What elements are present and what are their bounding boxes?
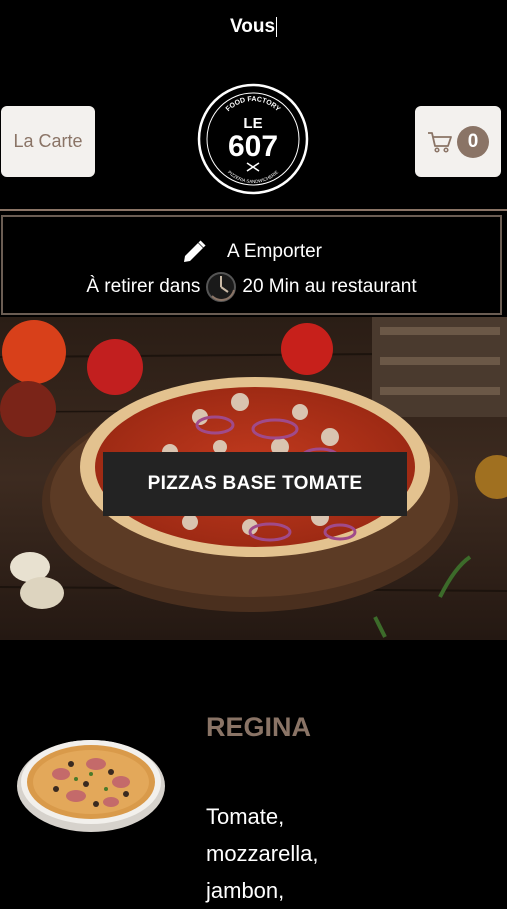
cart-count-badge: 0 — [457, 125, 489, 158]
order-info-box[interactable]: A Emporter À retirer dans 20 Min au rest… — [1, 215, 502, 315]
pencil-icon — [183, 240, 206, 262]
cart-button[interactable]: 0 — [415, 106, 501, 177]
product-name[interactable]: REGINA — [206, 712, 311, 743]
order-mode: A Emporter — [226, 241, 323, 262]
category-title: PIZZAS BASE TOMATE — [103, 452, 407, 516]
description-line: jambon, — [206, 878, 285, 903]
menu-button-label: La Carte — [13, 131, 83, 151]
pickup-row: À retirer dans 20 Min au restaurant — [3, 270, 500, 304]
header-divider — [0, 209, 507, 211]
description-line: Tomate, — [206, 804, 285, 829]
cart-icon — [428, 131, 452, 153]
description-line: mozzarella, — [206, 841, 319, 866]
clock-icon — [206, 272, 237, 302]
logo-line2: 607 — [228, 130, 278, 163]
product-image-regina[interactable] — [16, 734, 166, 834]
product-description: Tomate, mozzarella, jambon, — [206, 798, 466, 909]
order-mode-row: A Emporter — [3, 239, 500, 265]
pickup-prefix: À retirer dans — [86, 276, 201, 297]
restaurant-logo[interactable]: FOOD FACTORY LE 607 PIZZERIA SANDWICHERI… — [197, 83, 309, 195]
pizza-thumbnail — [17, 740, 165, 832]
page-title: Vous — [229, 16, 278, 37]
pickup-time: 20 Min au restaurant — [242, 276, 417, 297]
menu-button[interactable]: La Carte — [1, 106, 95, 177]
category-hero[interactable]: PIZZAS BASE TOMATE — [0, 317, 507, 640]
logo-graphic: FOOD FACTORY LE 607 PIZZERIA SANDWICHERI… — [197, 83, 309, 195]
text-cursor — [276, 16, 278, 37]
